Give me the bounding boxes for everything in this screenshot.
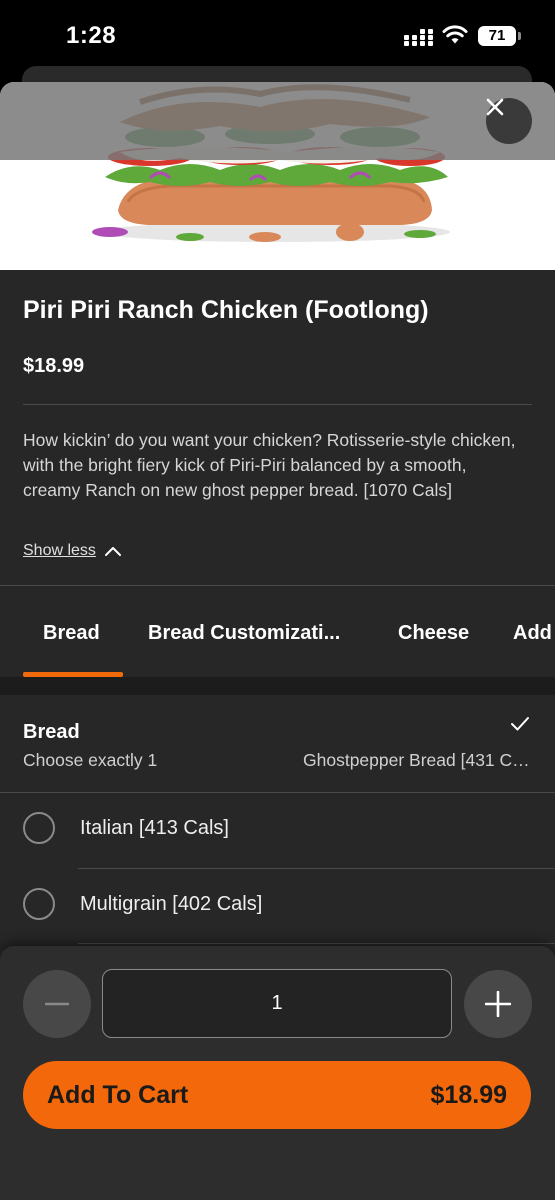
tabs-separator [0, 677, 555, 695]
chevron-up-icon [104, 547, 121, 556]
section-requirement: Choose exactly 1 [23, 750, 158, 770]
add-to-cart-button[interactable]: Add To Cart $18.99 [23, 1061, 531, 1129]
divider [78, 868, 555, 869]
cart-panel: 1 Add To Cart $18.99 [0, 946, 555, 1200]
add-to-cart-price: $18.99 [430, 1080, 507, 1109]
tab-cheese[interactable]: Cheese [398, 622, 469, 645]
product-price: $18.99 [23, 355, 85, 377]
category-tabs: Bread Bread Customizati... Cheese Add [0, 587, 555, 677]
add-to-cart-label: Add To Cart [47, 1080, 189, 1109]
show-less-label: Show less [23, 542, 96, 559]
product-sheet: Piri Piri Ranch Chicken (Footlong) $18.9… [0, 82, 555, 1200]
divider [23, 404, 532, 405]
option-label: Multigrain [402 Cals] [80, 893, 263, 915]
close-icon [486, 98, 504, 116]
tab-bread[interactable]: Bread [43, 622, 100, 645]
option-multigrain[interactable]: Multigrain [402 Cals] [0, 870, 555, 945]
quantity-input[interactable]: 1 [102, 969, 452, 1038]
status-bar: 1:28 71 [0, 0, 555, 70]
divider [0, 585, 555, 586]
plus-icon [485, 991, 511, 1017]
option-italian[interactable]: Italian [413 Cals] [0, 794, 555, 869]
tab-add[interactable]: Add [513, 622, 552, 645]
radio-button[interactable] [23, 812, 55, 844]
battery-indicator: 71 [478, 26, 521, 46]
divider [0, 792, 555, 793]
option-label: Italian [413 Cals] [80, 817, 229, 839]
product-description: How kickin’ do you want your chicken? Ro… [23, 430, 516, 500]
selected-option-summary: Ghostpepper Bread [431 Cals] [303, 750, 533, 770]
section-title: Bread [23, 721, 80, 743]
show-less-link[interactable]: Show less [23, 542, 122, 560]
check-icon [511, 717, 529, 731]
divider [78, 943, 555, 944]
wifi-icon [442, 25, 468, 44]
tab-bread-customization[interactable]: Bread Customizati... [148, 622, 340, 645]
increase-quantity-button[interactable] [464, 970, 532, 1038]
product-image [0, 82, 555, 270]
status-time: 1:28 [66, 22, 117, 49]
image-overlay [0, 82, 555, 160]
radio-button[interactable] [23, 888, 55, 920]
product-title: Piri Piri Ranch Chicken (Footlong) [23, 296, 429, 324]
minus-icon [45, 1002, 69, 1006]
decrease-quantity-button[interactable] [23, 970, 91, 1038]
close-button[interactable] [486, 98, 532, 144]
cellular-signal-icon [404, 28, 434, 46]
